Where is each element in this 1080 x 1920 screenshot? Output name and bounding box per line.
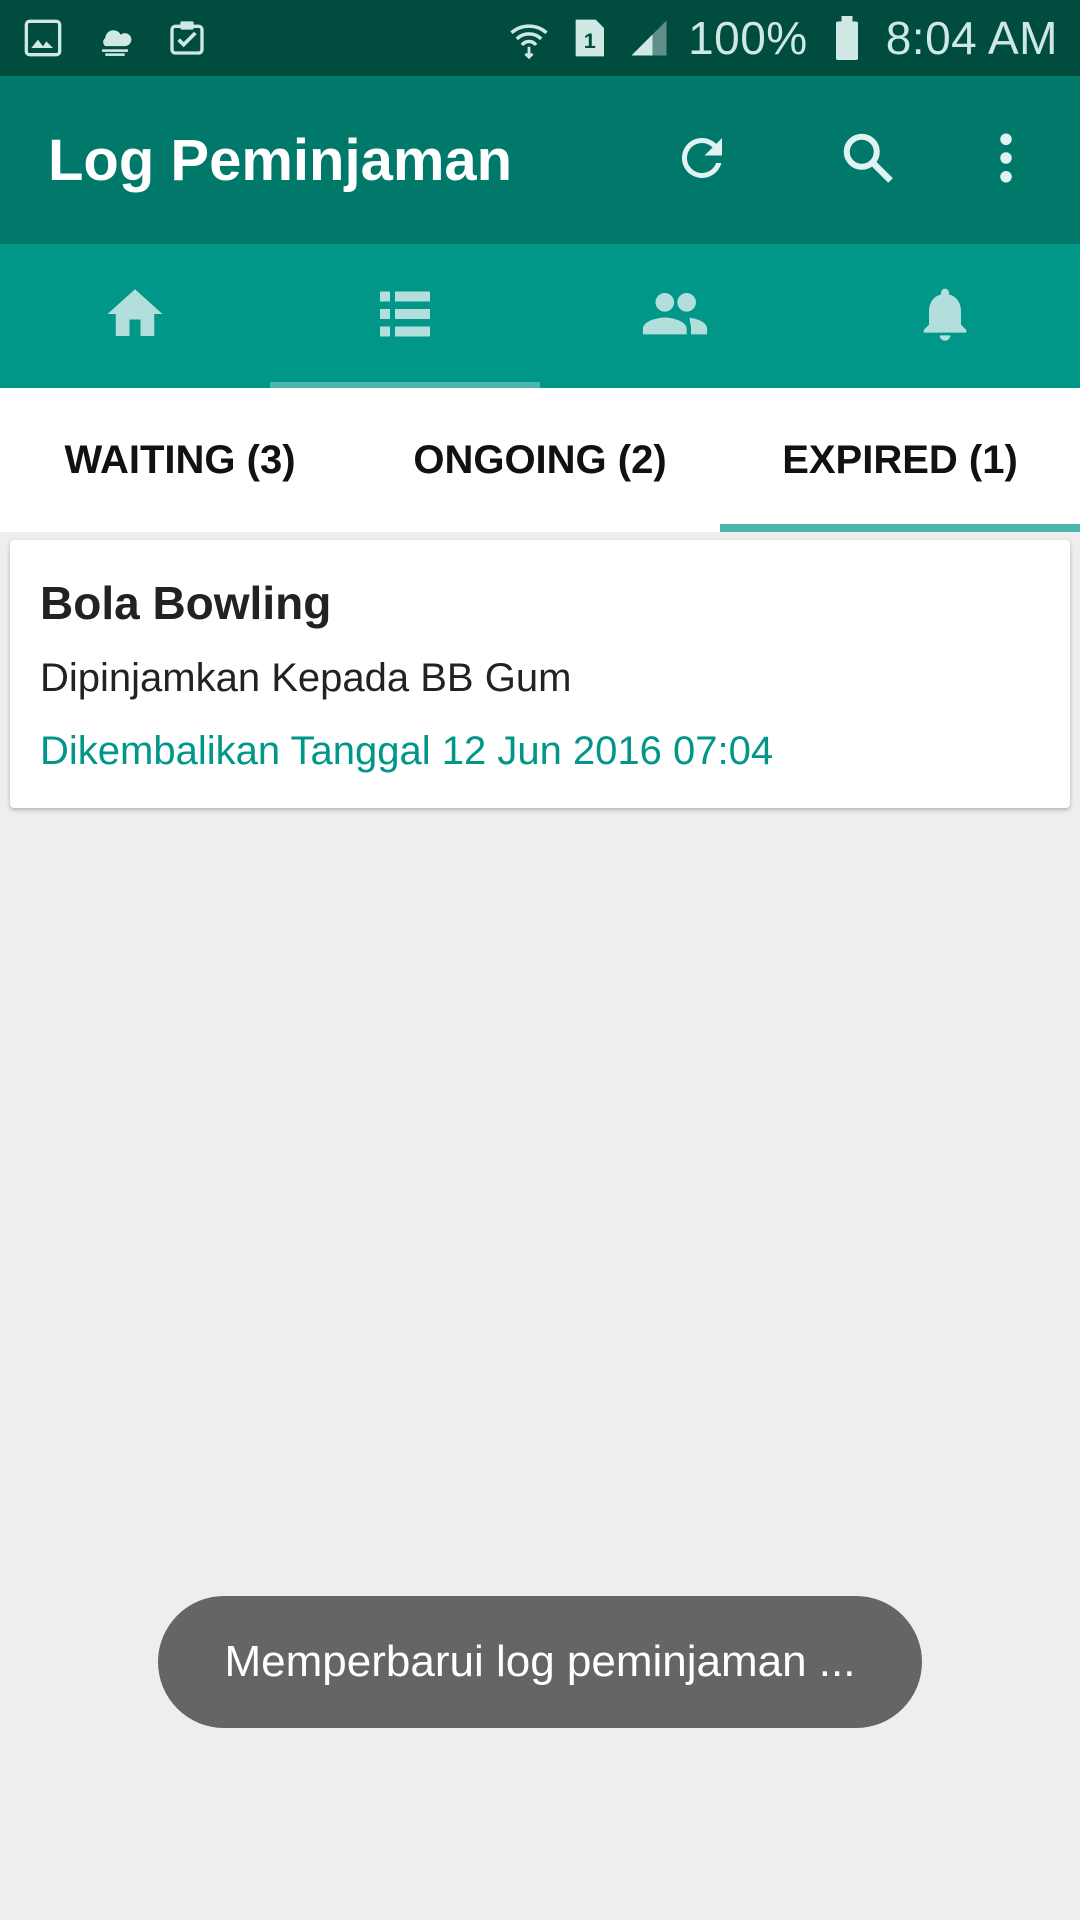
status-right: 1 100% 8:04 AM [508,11,1058,65]
refresh-button[interactable] [646,104,758,216]
more-options-button[interactable] [950,104,1062,216]
refresh-icon [672,128,732,193]
signal-icon [628,17,670,59]
clock: 8:04 AM [885,12,1058,64]
tab-expired[interactable]: EXPIRED (1) [720,388,1080,532]
item-borrower: Dipinjamkan Kepada BB Gum [40,656,572,700]
cloud-icon [94,17,136,59]
wifi-icon [508,17,550,59]
nav-item-notifications[interactable] [810,244,1080,388]
icon-nav-bar [0,244,1080,388]
list-icon [375,284,435,349]
battery-percent: 100% [688,12,808,64]
nav-item-home[interactable] [0,244,270,388]
list-item[interactable]: Bola Bowling Dipinjamkan Kepada BB Gum D… [10,540,1070,808]
toast-message: Memperbarui log peminjaman ... [158,1596,922,1728]
tab-ongoing[interactable]: ONGOING (2) [360,388,720,532]
status-bar: 1 100% 8:04 AM [0,0,1080,76]
search-button[interactable] [812,104,924,216]
item-return-date: Dikembalikan Tanggal 12 Jun 2016 07:04 [40,729,774,773]
gallery-icon [22,17,64,59]
nav-item-people[interactable] [540,244,810,388]
item-title: Bola Bowling [40,577,332,629]
clipboard-check-icon [166,17,208,59]
page-title: Log Peminjaman [48,127,513,193]
home-icon [102,281,168,352]
svg-text:1: 1 [584,28,596,53]
bell-icon [913,282,977,351]
nav-item-list[interactable] [270,244,540,388]
app-actions [592,104,1080,216]
people-icon [640,279,710,354]
app-bar: Log Peminjaman [0,76,1080,244]
search-icon [838,128,898,193]
sim-icon: 1 [568,17,610,59]
more-vert-icon [976,128,1036,193]
status-left [22,17,208,59]
tab-waiting[interactable]: WAITING (3) [0,388,360,532]
status-tabs: WAITING (3) ONGOING (2) EXPIRED (1) [0,388,1080,532]
battery-icon [826,16,868,60]
